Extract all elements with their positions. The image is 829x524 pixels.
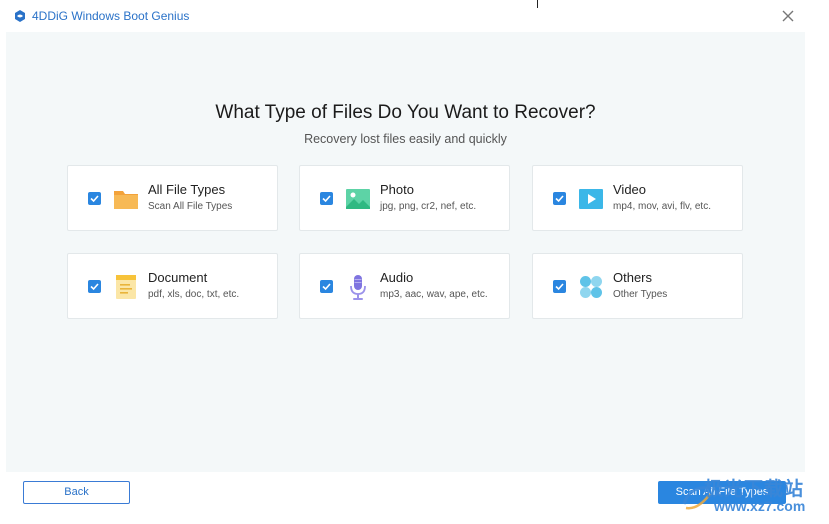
file-type-card-document[interactable]: Document pdf, xls, doc, txt, etc. [67,253,278,319]
close-icon [782,10,794,22]
main-content: What Type of Files Do You Want to Recove… [6,32,805,472]
microphone-icon [350,275,366,300]
page-title: What Type of Files Do You Want to Recove… [215,102,596,123]
watermark-text: 极光下载站 [704,479,805,500]
checkbox-all[interactable] [88,192,101,205]
card-title: Video [613,182,647,197]
file-type-card-others[interactable]: Others Other Types [532,253,743,319]
card-title: Others [613,270,653,285]
card-description: Scan All File Types [148,201,233,212]
card-title: Document [148,270,208,285]
card-title: All File Types [148,182,226,197]
video-icon [579,189,603,209]
close-button[interactable] [778,6,798,26]
checkmark-icon [90,283,99,291]
app-window: 4DDiG Windows Boot Genius What Type of F… [0,0,805,524]
document-icon [116,275,136,299]
decorative-shape [270,0,332,5]
card-title: Audio [380,270,414,285]
file-type-card-video[interactable]: Video mp4, mov, avi, flv, etc. [532,165,743,231]
checkbox-audio[interactable] [320,280,333,293]
page-subtitle: Recovery lost files easily and quickly [304,132,507,146]
checkbox-others[interactable] [553,280,566,293]
others-icon [580,276,602,298]
card-title: Photo [380,182,414,197]
decorative-line [537,0,538,8]
checkmark-icon [322,195,331,203]
checkmark-icon [555,195,564,203]
folder-icon [114,191,138,209]
file-type-card-audio[interactable]: Audio mp3, aac, wav, ape, etc. [299,253,510,319]
file-type-card-photo[interactable]: Photo jpg, png, cr2, nef, etc. [299,165,510,231]
checkmark-icon [555,283,564,291]
watermark: 极光下载站 www.xz7.com [680,474,825,520]
photo-icon [346,189,370,209]
file-type-card-all[interactable]: All File Types Scan All File Types [67,165,278,231]
card-description: jpg, png, cr2, nef, etc. [380,201,477,212]
checkmark-icon [322,283,331,291]
watermark-url: www.xz7.com [714,498,806,514]
app-title: 4DDiG Windows Boot Genius [32,9,190,23]
checkbox-photo[interactable] [320,192,333,205]
checkbox-video[interactable] [553,192,566,205]
card-description: Other Types [613,289,668,300]
app-logo-icon [15,10,25,22]
title-bar: 4DDiG Windows Boot Genius [0,0,805,32]
checkmark-icon [90,195,99,203]
card-description: pdf, xls, doc, txt, etc. [148,289,240,300]
back-button[interactable]: Back [23,481,130,504]
checkbox-document[interactable] [88,280,101,293]
card-description: mp3, aac, wav, ape, etc. [380,289,488,300]
card-description: mp4, mov, avi, flv, etc. [613,201,711,212]
